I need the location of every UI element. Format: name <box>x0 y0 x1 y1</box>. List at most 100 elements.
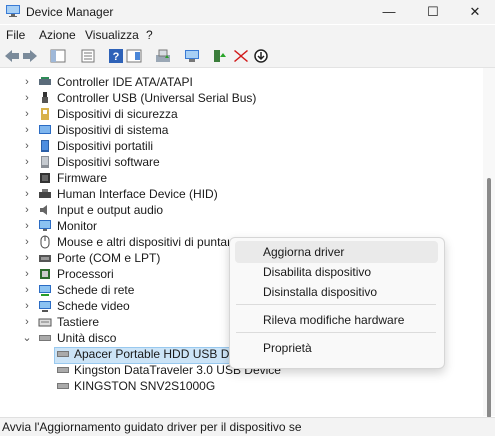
vertical-scrollbar[interactable] <box>483 68 495 418</box>
tree-item[interactable]: ⌄ Unità disco <box>0 330 229 346</box>
disk-item-kingston-snv2s[interactable]: KINGSTON SNV2S1000G <box>0 378 470 394</box>
disk-drive-icon <box>57 351 69 357</box>
minimize-button[interactable]: — <box>375 2 403 22</box>
speaker-icon <box>40 205 47 215</box>
disk-drive-icon <box>57 383 69 389</box>
ctx-scan-hardware-label: Rileva modifiche hardware <box>263 313 405 327</box>
tree-item[interactable]: › Monitor <box>0 218 470 234</box>
menu-azione[interactable]: Azione <box>39 28 76 42</box>
chevron-down-icon[interactable]: ⌄ <box>22 330 32 346</box>
ctx-scan-hardware[interactable]: Rileva modifiche hardware <box>235 309 438 331</box>
close-button[interactable]: ✕ <box>461 2 489 22</box>
tree-item[interactable]: › Controller IDE ATA/ATAPI <box>0 74 470 90</box>
chevron-right-icon[interactable]: › <box>22 122 32 138</box>
ctx-uninstall-device-label: Disinstalla dispositivo <box>263 285 378 299</box>
update-driver-icon[interactable] <box>155 49 171 63</box>
tree-item[interactable]: › Dispositivi di sicurezza <box>0 106 470 122</box>
disk-item-apacer[interactable]: Apacer Portable HDD USB Device <box>0 346 257 362</box>
chevron-right-icon[interactable]: › <box>22 90 32 106</box>
chevron-right-icon[interactable]: › <box>22 154 32 170</box>
tree-item-label: Tastiere <box>57 315 100 329</box>
tree-item-label: Input e output audio <box>57 203 164 217</box>
uninstall-x-icon[interactable] <box>233 49 249 63</box>
back-arrow-icon[interactable] <box>4 49 20 63</box>
tree-item-label: Controller USB (Universal Serial Bus) <box>57 91 257 105</box>
ctx-properties[interactable]: Proprietà <box>235 337 438 359</box>
tree-item-label: Monitor <box>57 219 98 233</box>
tree-item[interactable]: › Porte (COM e LPT) <box>0 250 229 266</box>
context-menu: Aggiorna driver Disabilita dispositivo D… <box>229 237 445 369</box>
chevron-right-icon[interactable]: › <box>22 74 32 90</box>
device-manager-icon <box>6 5 20 17</box>
forward-arrow-icon[interactable] <box>22 49 38 63</box>
tree-item[interactable]: › Input e output audio <box>0 202 470 218</box>
tree-item[interactable]: › Tastiere <box>0 314 229 330</box>
chevron-right-icon[interactable]: › <box>22 218 32 234</box>
tree-item[interactable]: › Dispositivi di sistema <box>0 122 470 138</box>
tree-item[interactable]: › Schede di rete <box>0 282 229 298</box>
ctx-disable-device[interactable]: Disabilita dispositivo <box>235 261 438 283</box>
tree-item[interactable]: › Controller USB (Universal Serial Bus) <box>0 90 470 106</box>
menu-visualizza[interactable]: Visualizza <box>85 28 139 42</box>
view-panel-icon[interactable] <box>126 49 142 63</box>
svg-text:?: ? <box>113 51 120 63</box>
ctx-separator <box>236 304 436 305</box>
ctx-update-driver-label: Aggiorna driver <box>263 245 345 259</box>
tree-item[interactable]: › Dispositivi portatili <box>0 138 470 154</box>
usb-icon <box>42 92 48 103</box>
chevron-right-icon[interactable]: › <box>22 314 32 330</box>
chevron-right-icon[interactable]: › <box>22 138 32 154</box>
properties-icon[interactable] <box>80 49 96 63</box>
help-icon[interactable]: ? <box>108 49 124 63</box>
chevron-right-icon[interactable]: › <box>22 170 32 186</box>
chevron-right-icon[interactable]: › <box>22 250 32 266</box>
tree-item-label: Porte (COM e LPT) <box>57 251 161 265</box>
menu-bar: File Azione Visualizza ? <box>0 25 495 45</box>
software-device-icon <box>41 156 49 168</box>
scrollbar-thumb[interactable] <box>487 178 491 418</box>
maximize-button[interactable]: ☐ <box>419 2 447 22</box>
chevron-right-icon[interactable]: › <box>22 266 32 282</box>
processor-icon <box>40 269 50 279</box>
tree-item-label: Unità disco <box>57 331 117 345</box>
port-icon <box>39 255 51 262</box>
tree-item[interactable]: › Mouse e altri dispositivi di puntament… <box>0 234 229 250</box>
ctx-uninstall-device[interactable]: Disinstalla dispositivo <box>235 281 438 303</box>
tree-item-label: Schede video <box>57 299 130 313</box>
tree-item[interactable]: › Schede video <box>0 298 229 314</box>
tree-item-label: Firmware <box>57 171 107 185</box>
disk-drive-icon <box>57 367 69 373</box>
toolbar: ? <box>0 45 495 68</box>
chevron-right-icon[interactable]: › <box>22 298 32 314</box>
menu-help[interactable]: ? <box>146 28 153 42</box>
monitor-icon <box>39 220 51 231</box>
show-hide-console-tree-icon[interactable] <box>50 49 66 63</box>
chevron-right-icon[interactable]: › <box>22 234 32 250</box>
tree-item-label: Dispositivi software <box>57 155 160 169</box>
ctx-properties-label: Proprietà <box>263 341 312 355</box>
tree-item[interactable]: › Human Interface Device (HID) <box>0 186 470 202</box>
disk-drive-icon <box>39 335 51 341</box>
chevron-right-icon[interactable]: › <box>22 106 32 122</box>
mouse-icon <box>40 235 50 249</box>
portable-device-icon <box>41 140 49 152</box>
chevron-right-icon[interactable]: › <box>22 186 32 202</box>
disable-device-icon[interactable] <box>253 49 269 63</box>
scan-hardware-icon[interactable] <box>184 49 200 63</box>
enable-device-icon[interactable] <box>211 49 227 63</box>
tree-item[interactable]: › Dispositivi software <box>0 154 470 170</box>
network-adapter-icon <box>39 285 51 296</box>
chevron-right-icon[interactable]: › <box>22 202 32 218</box>
security-key-icon <box>41 108 49 120</box>
tree-item-label: Dispositivi portatili <box>57 139 154 153</box>
menu-file[interactable]: File <box>6 28 25 42</box>
tree-item[interactable]: › Firmware <box>0 170 470 186</box>
tree-item[interactable]: › Processori <box>0 266 229 282</box>
status-bar: Avvia l'Aggiornamento guidato driver per… <box>0 417 495 436</box>
tree-item-label: Human Interface Device (HID) <box>57 187 218 201</box>
title-bar: Device Manager — ☐ ✕ <box>0 0 495 24</box>
window-title: Device Manager <box>26 5 114 19</box>
ctx-update-driver[interactable]: Aggiorna driver <box>235 241 438 263</box>
chevron-right-icon[interactable]: › <box>22 282 32 298</box>
ctx-separator <box>236 332 436 333</box>
